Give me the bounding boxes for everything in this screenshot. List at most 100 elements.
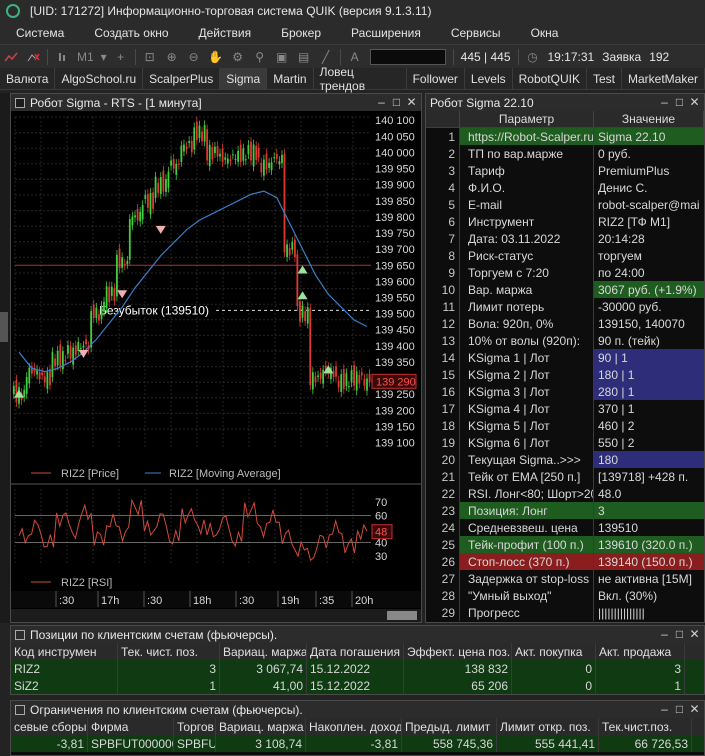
timeframe-select[interactable]: M1 bbox=[73, 50, 98, 64]
column-header[interactable]: Вариац. маржа bbox=[220, 643, 307, 660]
params-row[interactable]: 22 RSI. Лонг<80; Шорт>20 48.0 bbox=[426, 485, 704, 502]
tab-robotquik[interactable]: RobotQUIK bbox=[513, 68, 587, 89]
column-header[interactable]: Тек.чист.поз. bbox=[599, 718, 692, 735]
params-row[interactable]: 28 "Умный выход" Вкл. (30%) bbox=[426, 587, 704, 604]
params-row[interactable]: 11 Лимит потерь -30000 руб. bbox=[426, 298, 704, 315]
maximize-icon[interactable]: □ bbox=[672, 702, 687, 716]
params-row[interactable]: 4 Ф.И.О. Денис С. bbox=[426, 179, 704, 196]
params-row[interactable]: 25 Тейк-профит (100 п.) 139610 (320.0 п.) bbox=[426, 536, 704, 553]
params-row[interactable]: 26 Стоп-лосс (370 п.) 139140 (150.0 п.) bbox=[426, 553, 704, 570]
params-row[interactable]: 29 Прогресс ||||||||||||||| bbox=[426, 604, 704, 621]
tab-scalperplus[interactable]: ScalperPlus bbox=[143, 68, 221, 89]
column-header[interactable]: Дата погашения bbox=[307, 643, 404, 660]
maximize-icon[interactable]: □ bbox=[672, 627, 687, 641]
menu-item-windows[interactable]: Окна bbox=[515, 26, 573, 40]
column-header[interactable]: севые сборы bbox=[11, 718, 88, 735]
params-row[interactable]: 16 KSigma 3 | Лот 280 | 1 bbox=[426, 383, 704, 400]
menu-item-system[interactable]: Система bbox=[0, 26, 78, 40]
pin-icon[interactable]: ⚲ bbox=[249, 48, 271, 66]
minimize-icon[interactable]: – bbox=[657, 702, 672, 716]
params-row[interactable]: 1 https://Robot-Scalper.ru Sigma 22.10 bbox=[426, 128, 704, 145]
value-column-header[interactable]: Значение bbox=[594, 111, 704, 127]
tab-trend-catcher[interactable]: Ловец трендов bbox=[314, 65, 407, 93]
params-row[interactable]: 27 Задержка от stop-loss не активна [15M] bbox=[426, 570, 704, 587]
params-row[interactable]: 19 KSigma 6 | Лот 550 | 2 bbox=[426, 434, 704, 451]
column-header[interactable]: Эффект. цена поз. bbox=[404, 643, 512, 660]
column-header[interactable]: Вариац. маржа bbox=[216, 718, 306, 735]
template-icon[interactable]: ▤ bbox=[293, 48, 315, 66]
menu-item-extensions[interactable]: Расширения bbox=[335, 26, 435, 40]
column-header[interactable]: Акт. продажа bbox=[596, 643, 685, 660]
chevron-down-icon[interactable]: ▾ bbox=[98, 48, 110, 66]
param-value: по 24:00 bbox=[598, 265, 645, 280]
chart-tool-icon[interactable] bbox=[0, 48, 22, 66]
params-row[interactable]: 9 Торгуем с 7:20 по 24:00 bbox=[426, 264, 704, 281]
params-row[interactable]: 13 10% от волы (920п): 90 п. (тейк) bbox=[426, 332, 704, 349]
lock-icon[interactable]: ▣ bbox=[271, 48, 293, 66]
dock-splitter-handle[interactable] bbox=[0, 312, 8, 342]
candles-icon[interactable] bbox=[51, 48, 73, 66]
param-column-header[interactable]: Параметр bbox=[460, 111, 594, 127]
params-row[interactable]: 7 Дата: 03.11.2022 20:14:28 bbox=[426, 230, 704, 247]
tab-follower[interactable]: Follower bbox=[407, 68, 465, 89]
table-row[interactable]: RIZ2 3 3 067,74 15.12.2022 138 832 0 3 bbox=[11, 660, 704, 677]
column-header[interactable]: Лимит откр. поз. bbox=[497, 718, 599, 735]
params-row[interactable]: 8 Риск-статус торгуем bbox=[426, 247, 704, 264]
column-header[interactable]: Тек. чист. поз. bbox=[118, 643, 220, 660]
zoom-out-icon[interactable]: ⊖ bbox=[183, 48, 205, 66]
tab-martin[interactable]: Martin bbox=[267, 68, 314, 89]
tab-algoschool[interactable]: AlgoSchool.ru bbox=[55, 68, 144, 89]
price-chart[interactable]: 140 100 140 050 140 000 139 950 139 900 139 8… bbox=[11, 111, 421, 622]
column-header[interactable]: Предыд. лимит bbox=[402, 718, 497, 735]
minimize-icon[interactable]: – bbox=[657, 627, 672, 641]
tab-marketmaker[interactable]: MarketMaker bbox=[622, 68, 705, 89]
params-row[interactable]: 23 Позиция: Лонг 3 bbox=[426, 502, 704, 519]
params-row[interactable]: 24 Средневзвеш. цена 139510 bbox=[426, 519, 704, 536]
params-row[interactable]: 14 KSigma 1 | Лот 90 | 1 bbox=[426, 349, 704, 366]
table-row[interactable]: -3,81SPBFUT000000SPBFUT3 108,74-3,81558 … bbox=[11, 735, 704, 752]
params-row[interactable]: 20 Текущая Sigma..>>> 180 bbox=[426, 451, 704, 468]
minimize-icon[interactable]: – bbox=[657, 95, 672, 109]
zoom-area-icon[interactable]: ⊡ bbox=[139, 48, 161, 66]
font-size-icon[interactable]: A bbox=[344, 48, 366, 66]
close-icon[interactable]: ✕ bbox=[687, 702, 702, 716]
draw-line-icon[interactable]: ╱ bbox=[315, 48, 337, 66]
zoom-in-icon[interactable]: ⊕ bbox=[161, 48, 183, 66]
params-row[interactable]: 5 E-mail robot-scalper@mai bbox=[426, 196, 704, 213]
menu-item-create-window[interactable]: Создать окно bbox=[78, 26, 182, 40]
menu-item-broker[interactable]: Брокер bbox=[265, 26, 335, 40]
minimize-icon[interactable]: – bbox=[374, 95, 389, 109]
maximize-icon[interactable]: □ bbox=[672, 95, 687, 109]
table-row[interactable]: SiZ2 1 41,00 15.12.2022 65 206 0 1 bbox=[11, 677, 704, 694]
close-icon[interactable]: ✕ bbox=[404, 95, 419, 109]
settings-icon[interactable]: ⚙ bbox=[227, 48, 249, 66]
tab-test[interactable]: Test bbox=[587, 68, 622, 89]
remove-tool-icon[interactable] bbox=[22, 48, 44, 66]
candle-body bbox=[299, 301, 301, 322]
hand-tool-icon[interactable]: ✋ bbox=[205, 48, 227, 66]
menu-item-services[interactable]: Сервисы bbox=[435, 26, 515, 40]
quick-input-field[interactable] bbox=[369, 48, 446, 65]
params-row[interactable]: 6 Инструмент RIZ2 [ТФ M1] bbox=[426, 213, 704, 230]
crosshair-icon[interactable]: + bbox=[110, 48, 132, 66]
params-row[interactable]: 18 KSigma 5 | Лот 460 | 2 bbox=[426, 417, 704, 434]
menu-item-actions[interactable]: Действия bbox=[183, 26, 266, 40]
params-row[interactable]: 21 Тейк от EMA [250 п.] [139718] +428 п. bbox=[426, 468, 704, 485]
params-row[interactable]: 2 ТП по вар.марже 0 руб. bbox=[426, 145, 704, 162]
column-header[interactable]: Накоплен. доход bbox=[306, 718, 402, 735]
tab-sigma[interactable]: Sigma bbox=[220, 68, 268, 89]
params-row[interactable]: 17 KSigma 4 | Лот 370 | 1 bbox=[426, 400, 704, 417]
tab-currency[interactable]: Валюта bbox=[0, 68, 56, 89]
params-row[interactable]: 15 KSigma 2 | Лот 180 | 1 bbox=[426, 366, 704, 383]
column-header[interactable]: Акт. покупка bbox=[512, 643, 596, 660]
column-header[interactable]: Фирма bbox=[88, 718, 174, 735]
params-row[interactable]: 10 Вар. маржа 3067 руб. (+1.9%) bbox=[426, 281, 704, 298]
tab-levels[interactable]: Levels bbox=[465, 68, 513, 89]
close-icon[interactable]: ✕ bbox=[687, 627, 702, 641]
maximize-icon[interactable]: □ bbox=[389, 95, 404, 109]
column-header[interactable]: Код инструмен bbox=[11, 643, 118, 660]
params-row[interactable]: 3 Тариф PremiumPlus bbox=[426, 162, 704, 179]
close-icon[interactable]: ✕ bbox=[687, 95, 702, 109]
column-header[interactable]: Торгов bbox=[174, 718, 216, 735]
params-row[interactable]: 12 Вола: 920п, 0% 139150, 140070 bbox=[426, 315, 704, 332]
